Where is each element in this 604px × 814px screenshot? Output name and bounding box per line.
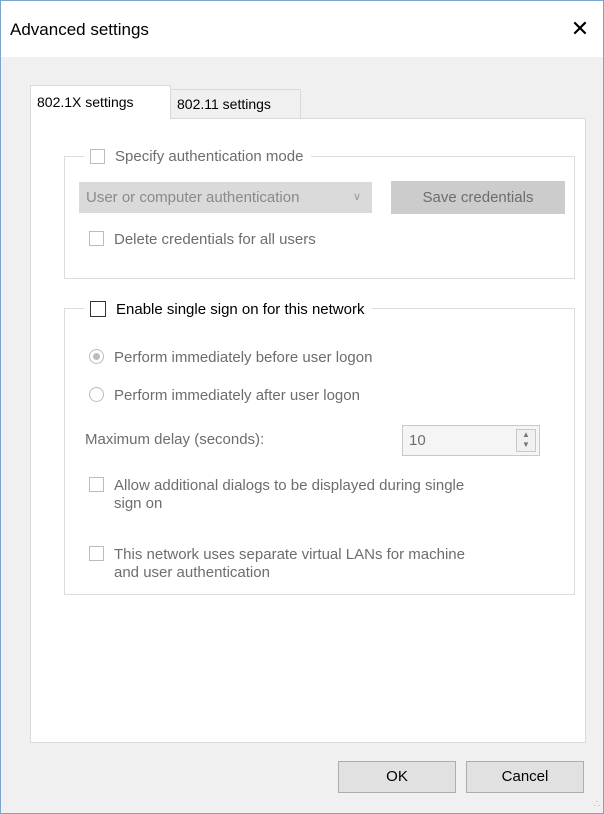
radio-after-logon[interactable] [89,387,104,402]
max-delay-value: 10 [409,432,426,449]
vlan-label: This network uses separate virtual LANs … [114,546,465,582]
specify-auth-mode-checkbox[interactable] [90,148,105,164]
delete-credentials-label: Delete credentials for all users [114,231,316,248]
delete-credentials-checkbox[interactable] [89,231,104,246]
delete-credentials-row[interactable]: Delete credentials for all users [89,231,316,248]
max-delay-label: Maximum delay (seconds): [85,431,265,448]
allow-dialogs-label-line2: sign on [114,495,163,512]
radio-before-logon-row[interactable]: Perform immediately before user logon [89,349,372,366]
enable-sso-label: Enable single sign on for this network [116,300,365,318]
tab-802-11-settings[interactable]: 802.11 settings [170,89,301,119]
auth-mode-group [64,156,575,279]
title-bar: Advanced settings ✕ [1,1,603,57]
cancel-button[interactable]: Cancel [466,761,584,793]
enable-sso-checkbox[interactable] [90,301,106,317]
allow-dialogs-checkbox[interactable] [89,477,104,492]
vlan-row[interactable]: This network uses separate virtual LANs … [89,546,465,582]
radio-after-logon-label: Perform immediately after user logon [114,387,360,404]
close-icon[interactable]: ✕ [557,9,603,49]
advanced-settings-dialog: Advanced settings ✕ 802.1X settings 802.… [0,0,604,814]
specify-auth-mode-label: Specify authentication mode [115,147,304,165]
specify-auth-mode-checkbox-row[interactable]: Specify authentication mode [84,146,312,166]
dialog-title: Advanced settings [10,20,149,39]
auth-mode-select[interactable]: User or computer authentication ∨ [79,182,372,213]
spin-arrows-icon[interactable]: ▲ ▼ [516,429,536,452]
vlan-label-line2: and user authentication [114,564,270,581]
allow-dialogs-label-line1: Allow additional dialogs to be displayed… [114,477,465,494]
save-credentials-button[interactable]: Save credentials [391,181,565,214]
max-delay-stepper[interactable]: 10 ▲ ▼ [402,425,540,456]
radio-before-logon[interactable] [89,349,104,364]
chevron-down-icon: ∨ [352,191,361,203]
vlan-checkbox[interactable] [89,546,104,561]
ok-button[interactable]: OK [338,761,456,793]
allow-dialogs-label: Allow additional dialogs to be displayed… [114,477,464,513]
radio-after-logon-row[interactable]: Perform immediately after user logon [89,387,360,404]
radio-before-logon-label: Perform immediately before user logon [114,349,373,366]
resize-grip-icon[interactable]: ∴ [594,799,600,810]
vlan-label-line1: This network uses separate virtual LANs … [114,546,465,563]
enable-sso-checkbox-row[interactable]: Enable single sign on for this network [84,298,373,320]
allow-dialogs-row[interactable]: Allow additional dialogs to be displayed… [89,477,464,513]
auth-mode-select-value: User or computer authentication [86,189,300,206]
tab-802-1x-settings[interactable]: 802.1X settings [30,85,171,119]
